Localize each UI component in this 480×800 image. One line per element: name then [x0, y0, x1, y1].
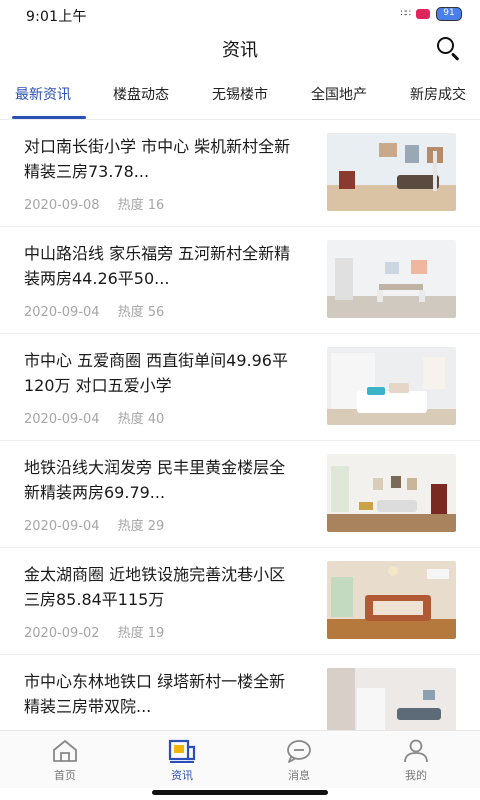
bottom-tab-home[interactable]: 首页 [5, 731, 125, 789]
search-button[interactable] [434, 34, 462, 62]
news-date: 2020-09-02 [24, 626, 100, 641]
news-date: 2020-09-04 [24, 519, 100, 534]
news-title: 地铁沿线大润发旁 民丰里黄金楼层全新精装两房69.79... [24, 458, 286, 502]
news-list: 对口南长街小学 市中心 柴机新村全新精装三房73.78... 2020-09-0… [0, 120, 480, 730]
news-meta: 2020-09-04 热度 40 [24, 408, 164, 427]
news-heat: 热度 19 [117, 626, 165, 641]
news-title: 对口南长街小学 市中心 柴机新村全新精装三房73.78... [24, 137, 291, 181]
status-icons: ∷∷ 91 [401, 7, 462, 21]
news-item[interactable]: 中山路沿线 家乐福旁 五河新村全新精装两房44.26平50... 2020-09… [0, 227, 480, 334]
news-thumbnail-image [327, 240, 456, 318]
tab-latest-news[interactable]: 最新资讯 [15, 72, 71, 119]
bottom-tab-profile[interactable]: 我的 [356, 731, 476, 789]
status-time: 9:01上午 [26, 9, 87, 25]
news-heat: 热度 56 [117, 305, 165, 320]
battery-icon: 91 [436, 7, 462, 21]
news-item[interactable]: 对口南长街小学 市中心 柴机新村全新精装三房73.78... 2020-09-0… [0, 120, 480, 227]
tab-new-home-deals[interactable]: 新房成交 [410, 72, 466, 119]
message-icon [287, 740, 311, 763]
page-title: 资讯 [222, 40, 258, 61]
bottom-tab-news[interactable]: 资讯 [122, 731, 242, 789]
news-thumbnail-image [327, 668, 456, 730]
news-meta: 2020-09-02 热度 19 [24, 622, 164, 641]
notification-badge-icon [416, 9, 430, 19]
news-item[interactable]: 地铁沿线大润发旁 民丰里黄金楼层全新精装两房69.79... 2020-09-0… [0, 441, 480, 548]
tab-project-news[interactable]: 楼盘动态 [113, 72, 169, 119]
home-indicator [152, 790, 328, 795]
status-bar: 9:01上午 ∷∷ 91 [0, 0, 480, 28]
signal-icon: ∷∷ [400, 9, 412, 19]
user-icon [404, 739, 428, 763]
tab-wuxi-market[interactable]: 无锡楼市 [212, 72, 268, 119]
bottom-tab-label: 资讯 [171, 769, 193, 782]
news-thumbnail-image [327, 561, 456, 639]
news-title: 市中心东林地铁口 绿塔新村一楼全新精装三房带双院... [24, 672, 286, 716]
bottom-tab-bar: 首页 资讯 消息 我的 [0, 730, 480, 788]
news-meta: 2020-09-04 热度 56 [24, 301, 164, 320]
news-date: 2020-09-08 [24, 198, 100, 213]
category-tabs: 最新资讯 楼盘动态 无锡楼市 全国地产 新房成交 [0, 72, 480, 120]
bottom-tab-label: 首页 [54, 769, 76, 782]
news-icon [168, 739, 196, 763]
news-item[interactable]: 金太湖商圈 近地铁设施完善沈巷小区三房85.84平115万 2020-09-02… [0, 548, 480, 655]
bottom-tab-messages[interactable]: 消息 [239, 731, 359, 789]
news-meta: 2020-09-04 热度 29 [24, 515, 164, 534]
nav-bar: 资讯 [0, 28, 480, 68]
news-thumbnail-image [327, 347, 456, 425]
tab-active-indicator [12, 116, 86, 119]
news-date: 2020-09-04 [24, 305, 100, 320]
news-title: 中山路沿线 家乐福旁 五河新村全新精装两房44.26平50... [24, 244, 291, 288]
news-heat: 热度 29 [117, 519, 165, 534]
bottom-tab-label: 消息 [288, 769, 310, 782]
tab-national-realestate[interactable]: 全国地产 [311, 72, 367, 119]
news-thumbnail-image [327, 133, 456, 211]
news-heat: 热度 40 [117, 412, 165, 427]
search-icon [437, 37, 454, 54]
news-date: 2020-09-04 [24, 412, 100, 427]
home-icon [53, 740, 77, 762]
news-title: 金太湖商圈 近地铁设施完善沈巷小区三房85.84平115万 [24, 565, 286, 609]
news-title: 市中心 五爱商圈 西直街单间49.96平120万 对口五爱小学 [24, 351, 288, 395]
search-icon-handle [450, 52, 460, 61]
news-thumbnail-image [327, 454, 456, 532]
news-item[interactable]: 市中心东林地铁口 绿塔新村一楼全新精装三房带双院... [0, 655, 480, 730]
bottom-tab-label: 我的 [405, 769, 427, 782]
news-heat: 热度 16 [117, 198, 165, 213]
news-meta: 2020-09-08 热度 16 [24, 194, 164, 213]
news-item[interactable]: 市中心 五爱商圈 西直街单间49.96平120万 对口五爱小学 2020-09-… [0, 334, 480, 441]
